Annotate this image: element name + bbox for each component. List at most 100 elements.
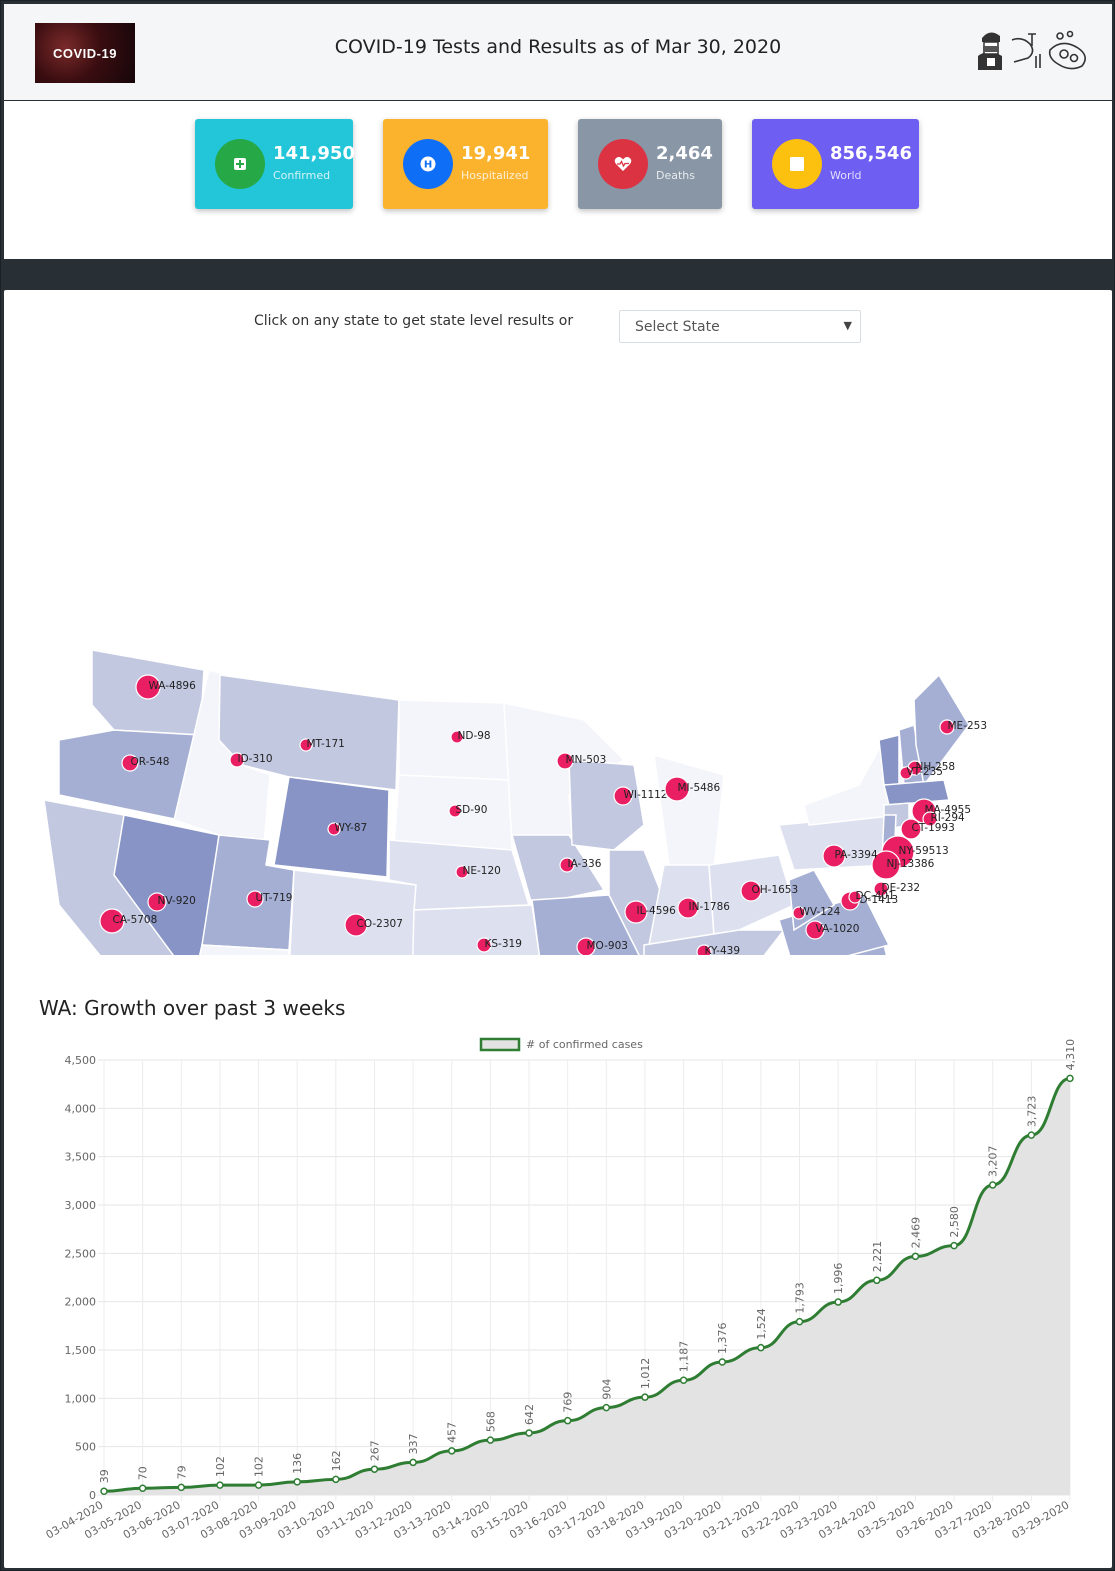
legend-label[interactable]: # of confirmed cases bbox=[526, 1038, 643, 1051]
us-map[interactable]: WA-4896 OR-548 ID-310 MT-171 ND-98 MN-503 ME-2… bbox=[4, 345, 1112, 955]
data-label: 267 bbox=[368, 1440, 381, 1461]
data-point[interactable] bbox=[370, 1465, 379, 1473]
data-label: 904 bbox=[600, 1379, 613, 1400]
state-marker[interactable]: KY-439 bbox=[696, 944, 740, 955]
y-tick-label: 3,000 bbox=[65, 1199, 97, 1212]
data-point[interactable] bbox=[1027, 1131, 1036, 1139]
data-point[interactable] bbox=[602, 1403, 611, 1412]
state-marker[interactable]: MT-171 bbox=[299, 738, 345, 752]
chart-title: WA: Growth over past 3 weeks bbox=[39, 996, 346, 1020]
chart-legend[interactable]: # of confirmed cases bbox=[479, 1037, 643, 1052]
state-select[interactable]: Select State ▼ bbox=[619, 310, 861, 343]
state-mi[interactable] bbox=[653, 753, 725, 871]
data-point[interactable] bbox=[988, 1181, 997, 1189]
y-tick-label: 2,000 bbox=[65, 1296, 97, 1309]
data-label: 102 bbox=[214, 1456, 227, 1477]
marker-label: OR-548 bbox=[131, 756, 170, 768]
heart-pulse-icon bbox=[614, 157, 632, 171]
data-point[interactable] bbox=[448, 1447, 456, 1455]
y-tick-label: 4,500 bbox=[65, 1054, 97, 1067]
state-co[interactable] bbox=[289, 869, 417, 955]
state-marker[interactable]: IA-336 bbox=[559, 857, 602, 873]
data-point[interactable] bbox=[486, 1436, 495, 1444]
stat-value: 141,950 bbox=[273, 143, 355, 164]
data-label: 1,012 bbox=[639, 1358, 652, 1390]
state-marker[interactable]: ID-310 bbox=[229, 752, 273, 768]
state-marker[interactable]: WY-87 bbox=[327, 822, 367, 836]
data-point[interactable] bbox=[873, 1276, 881, 1285]
marker-label: ID-310 bbox=[238, 753, 273, 765]
data-point[interactable] bbox=[177, 1483, 186, 1492]
data-point[interactable] bbox=[1066, 1074, 1074, 1083]
data-label: 642 bbox=[523, 1404, 536, 1425]
data-label: 2,221 bbox=[871, 1241, 884, 1273]
stat-value: 19,941 bbox=[461, 143, 531, 164]
stat-card-confirmed[interactable]: 141,950 Confirmed bbox=[195, 119, 355, 209]
data-point[interactable] bbox=[216, 1481, 224, 1489]
data-point[interactable] bbox=[332, 1475, 340, 1484]
data-label: 1,996 bbox=[832, 1263, 845, 1295]
marker-label: WI-1112 bbox=[624, 789, 668, 801]
state-marker[interactable]: DC-401 bbox=[848, 890, 895, 904]
data-label: 337 bbox=[407, 1433, 420, 1454]
data-point[interactable] bbox=[293, 1478, 301, 1486]
stat-circle bbox=[598, 139, 648, 189]
data-point[interactable] bbox=[409, 1458, 417, 1467]
marker-label: ME-253 bbox=[948, 720, 988, 732]
state-wi[interactable] bbox=[568, 759, 645, 851]
plus-icon bbox=[234, 158, 246, 170]
marker-label: OH-1653 bbox=[752, 884, 799, 896]
state-marker[interactable]: SD-90 bbox=[448, 804, 487, 818]
data-point[interactable] bbox=[911, 1252, 920, 1261]
marker-label: MO-903 bbox=[587, 940, 628, 952]
header: COVID-19 COVID-19 Tests and Results as o… bbox=[4, 4, 1112, 100]
y-tick-label: 4,000 bbox=[65, 1102, 97, 1115]
stat-card-deaths[interactable]: 2,464 Deaths bbox=[578, 119, 722, 209]
y-axis-ticks: 05001,0001,5002,0002,5003,0003,5004,0004… bbox=[65, 1054, 97, 1502]
data-point[interactable] bbox=[641, 1393, 649, 1401]
main-panel: Click on any state to get state level re… bbox=[4, 290, 1112, 1568]
data-label: 70 bbox=[137, 1466, 150, 1480]
growth-chart[interactable]: 05001,0001,5002,0002,5003,0003,5004,0004… bbox=[4, 1025, 1112, 1565]
state-marker[interactable]: ME-253 bbox=[939, 719, 988, 735]
data-point[interactable] bbox=[100, 1487, 108, 1495]
data-point[interactable] bbox=[254, 1481, 263, 1489]
state-marker[interactable]: CT-1993 bbox=[900, 818, 955, 840]
state-marker[interactable]: ND-98 bbox=[450, 730, 491, 744]
data-point[interactable] bbox=[138, 1484, 147, 1492]
marker-label: CA-5708 bbox=[113, 914, 158, 926]
stat-card-hospitalized[interactable]: H 19,941 Hospitalized bbox=[383, 119, 548, 209]
y-tick-label: 500 bbox=[75, 1441, 96, 1454]
data-point[interactable] bbox=[563, 1416, 572, 1425]
select-prompt: Click on any state to get state level re… bbox=[254, 313, 574, 329]
data-label: 1,376 bbox=[716, 1322, 729, 1354]
state-marker[interactable]: NE-120 bbox=[455, 865, 501, 879]
data-label: 3,723 bbox=[1025, 1096, 1038, 1128]
hospital-icon: H bbox=[420, 156, 436, 172]
marker-label: WA-4896 bbox=[149, 680, 197, 692]
app-window: COVID-19 COVID-19 Tests and Results as o… bbox=[0, 0, 1115, 1571]
data-point[interactable] bbox=[795, 1317, 804, 1326]
data-label: 2,469 bbox=[909, 1217, 922, 1249]
data-point[interactable] bbox=[718, 1358, 726, 1366]
state-marker[interactable]: VT-235 bbox=[899, 766, 943, 780]
marker-label: IN-1786 bbox=[689, 901, 731, 913]
stat-card-world[interactable]: 856,546 World bbox=[752, 119, 919, 209]
data-point[interactable] bbox=[525, 1429, 533, 1437]
marker-label: VT-235 bbox=[907, 766, 943, 778]
data-point[interactable] bbox=[950, 1241, 958, 1250]
data-label: 162 bbox=[330, 1450, 343, 1471]
marker-label: ND-98 bbox=[458, 730, 491, 742]
data-point[interactable] bbox=[757, 1343, 765, 1352]
data-label: 2,580 bbox=[948, 1206, 961, 1238]
legend-swatch[interactable] bbox=[479, 1037, 521, 1052]
x-axis-ticks: 03-04-202003-05-202003-06-202003-07-2020… bbox=[44, 1498, 1072, 1541]
state-marker[interactable]: KS-319 bbox=[476, 937, 522, 953]
covid-logo[interactable]: COVID-19 bbox=[35, 23, 135, 83]
state-marker[interactable]: WV-124 bbox=[792, 906, 841, 920]
marker-label: IL-4596 bbox=[637, 905, 677, 917]
data-point[interactable] bbox=[679, 1376, 688, 1385]
data-point[interactable] bbox=[834, 1298, 842, 1306]
stat-value: 2,464 bbox=[656, 143, 713, 164]
data-label: 39 bbox=[98, 1469, 111, 1483]
